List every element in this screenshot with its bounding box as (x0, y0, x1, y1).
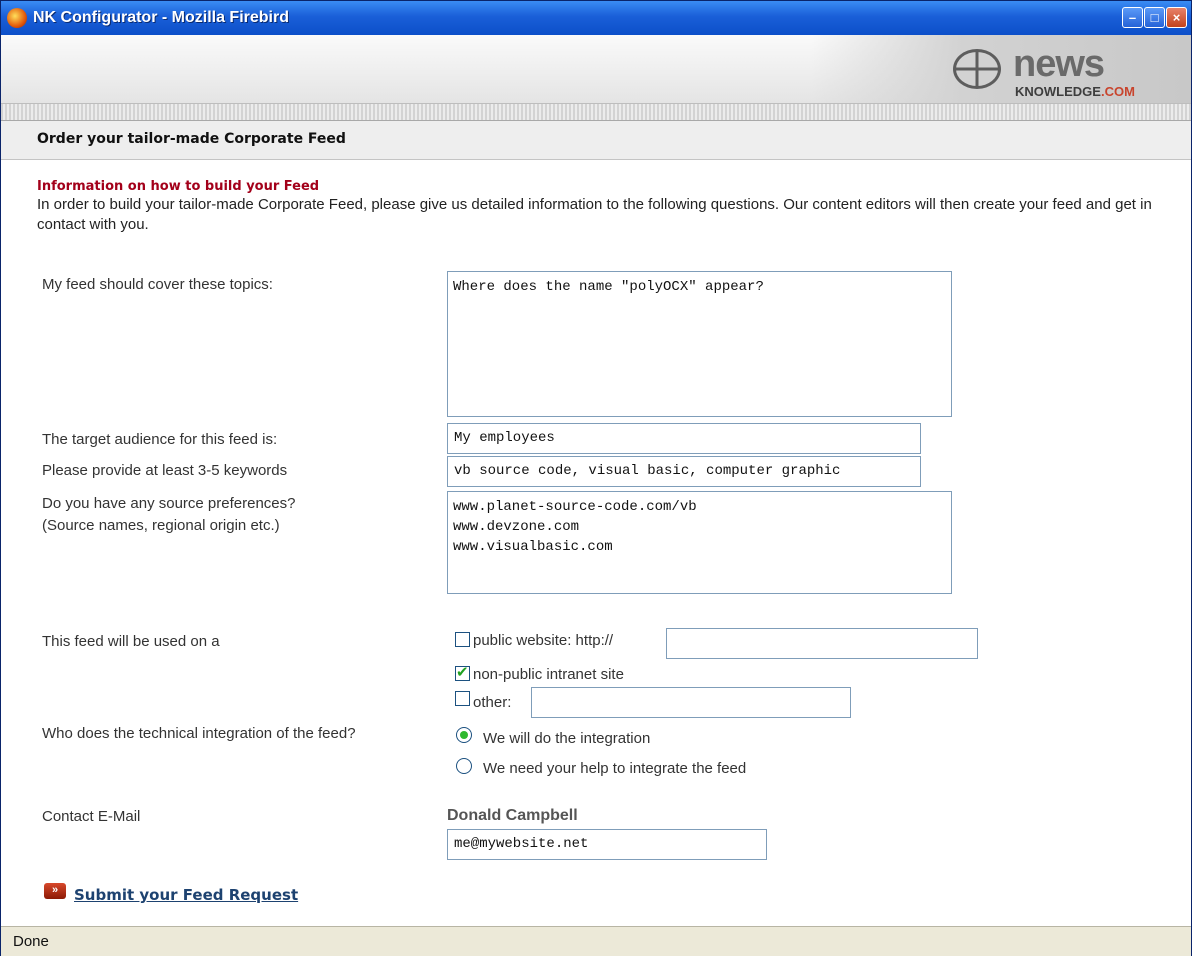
logo-knowledge-word: KNOWLEDGE (1015, 84, 1101, 99)
browser-window: NK Configurator - Mozilla Firebird – □ ×… (0, 0, 1192, 956)
page-heading-bar: Order your tailor-made Corporate Feed (1, 121, 1191, 160)
close-button[interactable]: × (1166, 7, 1187, 28)
topics-label: My feed should cover these topics: (42, 276, 273, 293)
other-input[interactable] (531, 687, 851, 718)
intranet-label: non-public intranet site (473, 666, 624, 683)
topics-textarea[interactable]: Where does the name "polyOCX" appear? (447, 271, 952, 417)
keywords-label: Please provide at least 3-5 keywords (42, 462, 288, 479)
integration-self-radio[interactable] (456, 727, 472, 743)
decorative-ruler (1, 104, 1191, 121)
public-website-label: public website: http:// (473, 632, 614, 649)
contact-email-label: Contact E-Mail (42, 808, 141, 825)
maximize-button[interactable]: □ (1144, 7, 1165, 28)
double-chevron-right-icon[interactable]: » (44, 883, 66, 899)
submit-feed-request-link[interactable]: Submit your Feed Request (74, 886, 298, 904)
public-website-url-input[interactable] (666, 628, 978, 659)
contact-email-input[interactable]: me@mywebsite.net (447, 829, 767, 860)
public-website-checkbox[interactable] (455, 632, 470, 647)
integration-self-label: We will do the integration (483, 730, 651, 747)
status-bar: Done (1, 926, 1191, 956)
logo-com-word: .COM (1100, 84, 1135, 99)
sources-label-line1: Do you have any source preferences? (42, 495, 296, 512)
usage-label: This feed will be used on a (42, 633, 220, 650)
minimize-button[interactable]: – (1122, 7, 1143, 28)
page-title: Order your tailor-made Corporate Feed (37, 131, 346, 147)
sources-textarea[interactable]: www.planet-source-code.com/vb www.devzon… (447, 491, 952, 594)
globe-icon (953, 49, 1001, 89)
contact-name: Donald Campbell (447, 807, 578, 824)
keywords-input[interactable]: vb source code, visual basic, computer g… (447, 456, 921, 487)
other-checkbox[interactable] (455, 691, 470, 706)
info-text: In order to build your tailor-made Corpo… (37, 196, 1152, 233)
logo-knowledge-text: KNOWLEDGE.COM (1015, 84, 1135, 99)
title-bar: NK Configurator - Mozilla Firebird – □ × (1, 1, 1191, 35)
integration-help-label: We need your help to integrate the feed (483, 760, 747, 777)
window-title: NK Configurator - Mozilla Firebird (33, 9, 289, 26)
firebird-icon (7, 8, 27, 28)
intranet-checkbox[interactable] (455, 663, 470, 683)
other-label: other: (473, 694, 512, 711)
audience-label: The target audience for this feed is: (42, 431, 278, 448)
site-banner: news KNOWLEDGE.COM (1, 35, 1191, 104)
audience-input[interactable]: My employees (447, 423, 921, 454)
integration-label: Who does the technical integration of th… (42, 725, 356, 742)
integration-help-radio[interactable] (456, 758, 472, 774)
sources-label-line2: (Source names, regional origin etc.) (42, 517, 280, 534)
info-heading: Information on how to build your Feed (37, 179, 320, 194)
status-text: Done (13, 933, 49, 950)
logo-news-text: news (1013, 43, 1105, 85)
